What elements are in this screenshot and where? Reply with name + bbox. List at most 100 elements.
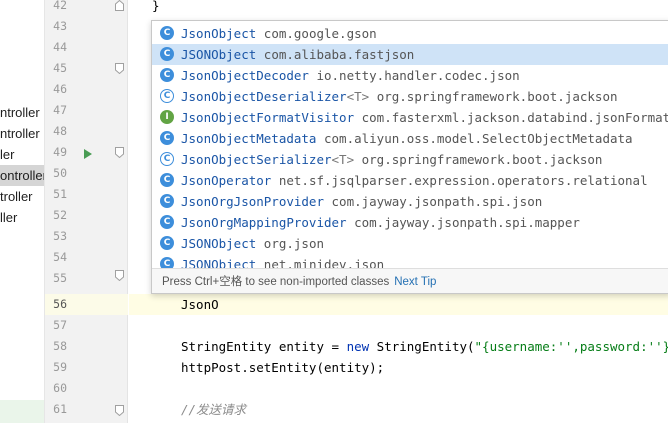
interface-icon: I — [160, 110, 174, 124]
completion-item[interactable]: C JsonObjectDecoder io.netty.handler.cod… — [152, 65, 668, 86]
tree-highlight — [0, 400, 44, 423]
class-icon: C — [160, 131, 174, 145]
completion-hint: Press Ctrl+空格 to see non-imported classe… — [152, 268, 668, 293]
class-icon: C — [160, 173, 174, 187]
next-tip-link[interactable]: Next Tip — [394, 276, 436, 288]
abstract-class-icon: C — [160, 152, 174, 166]
completion-item-name: JsonObjectFormatVisitor — [181, 110, 355, 125]
tree-item-label: ntroller — [0, 126, 40, 141]
completion-item-package: org.json — [263, 236, 325, 251]
line-number: 43 — [53, 19, 67, 33]
fold-start-icon[interactable] — [115, 270, 124, 281]
completion-item[interactable]: C JsonObjectSerializer<T> org.springfram… — [152, 149, 668, 170]
completion-item-name: JsonObjectSerializer — [181, 152, 332, 167]
line-number: 59 — [53, 360, 67, 374]
completion-item[interactable]: C JsonObjectMetadata com.aliyun.oss.mode… — [152, 128, 668, 149]
completion-item-name: JsonObject — [181, 26, 257, 41]
class-icon: C — [160, 194, 174, 208]
completion-item[interactable]: I JsonObjectFormatVisitor com.fasterxml.… — [152, 107, 668, 128]
tree-item[interactable]: troller — [0, 186, 44, 207]
completion-hint-text: Press Ctrl+空格 to see non-imported classe… — [162, 276, 390, 288]
completion-item[interactable]: C JsonObject com.google.gson — [152, 23, 668, 44]
completion-item[interactable]: C JSONObject org.json — [152, 233, 668, 254]
code-comment: //发送请求 — [181, 402, 247, 417]
completion-item-package: org.springframework.boot.jackson — [361, 152, 603, 167]
completion-item-type-params: <T> — [331, 152, 355, 167]
line-number: 54 — [53, 250, 67, 264]
completion-item-name: JsonOperator — [181, 173, 272, 188]
completion-item-name: JsonOrgMappingProvider — [181, 215, 347, 230]
run-icon[interactable] — [84, 149, 92, 159]
class-icon: C — [160, 215, 174, 229]
editor-gutter[interactable]: 42 43 44 45 46 47 48 49 50 51 52 53 54 5… — [45, 0, 128, 423]
line-number: 42 — [53, 0, 67, 12]
completion-item[interactable]: C JsonObjectDeserializer<T> org.springfr… — [152, 86, 668, 107]
completion-item-package: com.fasterxml.jackson.databind.jsonForma… — [361, 110, 668, 125]
line-number: 47 — [53, 103, 67, 117]
fold-end-icon[interactable] — [115, 0, 124, 11]
line-number: 44 — [53, 40, 67, 54]
code-token: StringEntity entity = — [181, 339, 347, 354]
tree-item[interactable]: ntroller — [0, 123, 44, 144]
completion-item-selected[interactable]: C JSONObject com.alibaba.fastjson — [152, 44, 668, 65]
abstract-class-icon: C — [160, 89, 174, 103]
line-number: 46 — [53, 82, 67, 96]
tree-item[interactable]: ller — [0, 207, 44, 228]
line-number: 51 — [53, 187, 67, 201]
completion-item-name: JSONObject — [181, 236, 257, 251]
code-line: StringEntity entity = new StringEntity("… — [181, 336, 668, 357]
completion-item-name: JsonObjectMetadata — [181, 131, 317, 146]
line-number: 50 — [53, 166, 67, 180]
line-number: 57 — [53, 318, 67, 332]
completion-popup[interactable]: C JsonObject com.google.gson C JSONObjec… — [151, 20, 668, 294]
line-number-current: 56 — [53, 297, 67, 311]
fold-start-icon[interactable] — [115, 63, 124, 74]
completion-item-package: com.jayway.jsonpath.spi.json — [331, 194, 543, 209]
code-line-typed: JsonO — [181, 297, 219, 312]
line-number: 53 — [53, 229, 67, 243]
line-number: 49 — [53, 145, 67, 159]
tree-item[interactable]: ntroller — [0, 102, 44, 123]
completion-item-name: JsonObjectDeserializer — [181, 89, 347, 104]
code-token: StringEntity( — [369, 339, 475, 354]
completion-item-package: net.sf.jsqlparser.expression.operators.r… — [278, 173, 648, 188]
class-icon: C — [160, 47, 174, 61]
class-icon: C — [160, 26, 174, 40]
tree-item-label: ller — [0, 210, 18, 225]
line-number: 48 — [53, 124, 67, 138]
completion-item-package: com.alibaba.fastjson — [263, 47, 415, 62]
project-tree: ntroller ntroller ler ontroller troller … — [0, 0, 45, 423]
code-keyword: new — [346, 339, 370, 354]
completion-item-name: JSONObject — [181, 47, 257, 62]
completion-item-name: JsonOrgJsonProvider — [181, 194, 324, 209]
completion-item[interactable]: C JsonOrgJsonProvider com.jayway.jsonpat… — [152, 191, 668, 212]
completion-item-name: JsonObjectDecoder — [181, 68, 309, 83]
completion-item[interactable]: C JsonOrgMappingProvider com.jayway.json… — [152, 212, 668, 233]
line-number: 60 — [53, 381, 67, 395]
tree-item-label: ontroller — [0, 168, 45, 183]
line-number: 52 — [53, 208, 67, 222]
code-string: "{username:'',password:''}" — [474, 339, 668, 354]
tree-item-selected[interactable]: ontroller — [0, 165, 45, 186]
completion-item-package: com.jayway.jsonpath.spi.mapper — [354, 215, 580, 230]
completion-item-package: com.google.gson — [263, 26, 377, 41]
code-line: } — [152, 0, 160, 13]
fold-start-icon[interactable] — [115, 147, 124, 158]
class-icon: C — [160, 236, 174, 250]
completion-item[interactable]: C JsonOperator net.sf.jsqlparser.express… — [152, 170, 668, 191]
line-number: 55 — [53, 271, 67, 285]
line-number: 61 — [53, 402, 67, 416]
tree-item[interactable]: ler — [0, 144, 44, 165]
completion-item-package: org.springframework.boot.jackson — [376, 89, 618, 104]
class-icon: C — [160, 68, 174, 82]
completion-item-type-params: <T> — [346, 89, 370, 104]
line-number: 45 — [53, 61, 67, 75]
tree-item-label: troller — [0, 189, 33, 204]
line-number: 58 — [53, 339, 67, 353]
completion-item-package: io.netty.handler.codec.json — [316, 68, 520, 83]
tree-item-label: ntroller — [0, 105, 40, 120]
tree-item-label: ler — [0, 147, 15, 162]
code-line: httpPost.setEntity(entity); — [181, 360, 385, 375]
fold-start-icon[interactable] — [115, 405, 124, 416]
completion-item-package: com.aliyun.oss.model.SelectObjectMetadat… — [324, 131, 633, 146]
